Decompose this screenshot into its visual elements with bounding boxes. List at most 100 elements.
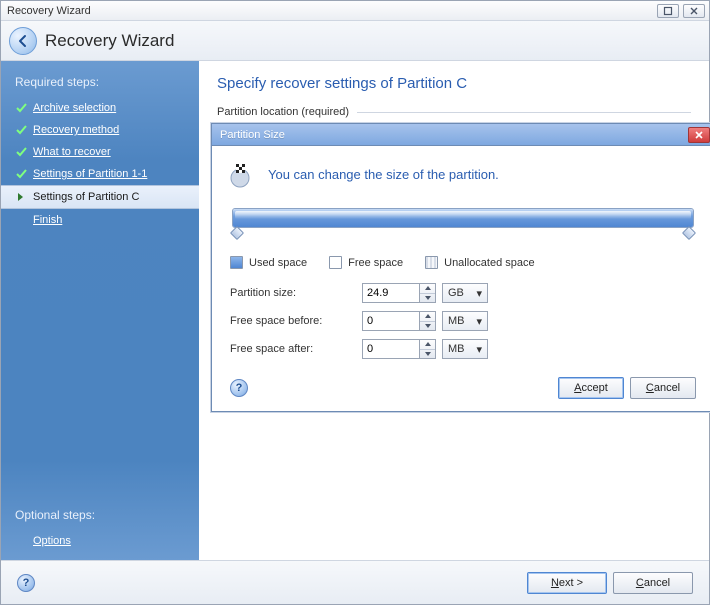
step-recovery-method[interactable]: Recovery method — [1, 119, 199, 141]
close-window-button[interactable] — [683, 4, 705, 18]
arrow-right-icon — [15, 191, 27, 203]
close-icon — [694, 130, 704, 140]
window-title: Recovery Wizard — [5, 5, 91, 17]
step-link[interactable]: What to recover — [33, 146, 111, 158]
question-icon: ? — [236, 382, 243, 394]
partition-size-slider[interactable] — [230, 202, 696, 250]
after-unit-select[interactable]: MB▾ — [442, 339, 488, 359]
chevron-down-icon — [425, 352, 431, 356]
page-title: Recovery Wizard — [45, 31, 174, 51]
chevron-down-icon — [425, 296, 431, 300]
accept-mnemonic: A — [574, 382, 581, 394]
check-icon — [15, 168, 27, 180]
row-partition-size: Partition size: GB ▾ — [230, 283, 696, 303]
blank-icon — [15, 214, 27, 226]
free-before-input[interactable] — [362, 311, 420, 331]
dialog-footer: ? Accept Cancel — [230, 377, 696, 399]
handle-left[interactable] — [230, 226, 244, 240]
spin-up-button[interactable] — [420, 312, 435, 322]
cancel-label: Cancel — [636, 577, 670, 589]
step-label: Settings of Partition C — [33, 191, 139, 203]
chevron-down-icon — [425, 324, 431, 328]
back-button[interactable] — [9, 27, 37, 55]
next-button[interactable]: Next > — [527, 572, 607, 594]
chevron-down-icon: ▾ — [476, 315, 482, 328]
slider-rail — [232, 230, 694, 238]
free-after-input[interactable] — [362, 339, 420, 359]
step-link[interactable]: Finish — [33, 214, 62, 226]
chevron-up-icon — [425, 342, 431, 346]
size-fields: Partition size: GB ▾ Free space before: — [230, 283, 696, 359]
wizard-sidebar: Required steps: Archive selection Recove… — [1, 61, 199, 560]
cancel-button[interactable]: Cancel — [630, 377, 696, 399]
spin-down-button[interactable] — [420, 322, 435, 331]
spin-up-button[interactable] — [420, 284, 435, 294]
spin-up-button[interactable] — [420, 340, 435, 350]
cancel-wizard-button[interactable]: Cancel — [613, 572, 693, 594]
help-button[interactable]: ? — [17, 574, 35, 592]
content-heading: Specify recover settings of Partition C — [217, 75, 691, 92]
size-spinner[interactable] — [420, 283, 436, 303]
divider — [357, 112, 691, 113]
cancel-mnemonic: C — [646, 382, 654, 394]
swatch-free-icon — [329, 256, 342, 269]
legend-unallocated: Unallocated space — [425, 256, 535, 269]
step-link[interactable]: Recovery method — [33, 124, 119, 136]
check-icon — [15, 146, 27, 158]
legend-label: Free space — [348, 257, 403, 269]
chevron-up-icon — [425, 286, 431, 290]
chevron-down-icon: ▾ — [476, 287, 482, 300]
after-spinner[interactable] — [420, 339, 436, 359]
recovery-wizard-window: Recovery Wizard Recovery Wizard Required… — [0, 0, 710, 605]
cancel-rest: ancel — [654, 382, 680, 394]
chevron-down-icon: ▾ — [476, 343, 482, 356]
step-options[interactable]: Options — [1, 530, 199, 552]
step-link[interactable]: Settings of Partition 1-1 — [33, 168, 147, 180]
step-link[interactable]: Archive selection — [33, 102, 116, 114]
legend-used: Used space — [230, 256, 307, 269]
swatch-used-icon — [230, 256, 243, 269]
next-label: Next > — [551, 577, 583, 589]
field-label: Free space before: — [230, 315, 362, 327]
restore-window-button[interactable] — [657, 4, 679, 18]
dialog-body: You can change the size of the partition… — [212, 146, 710, 411]
partition-size-dialog: Partition Size You can change the size o… — [211, 123, 710, 412]
size-unit-select[interactable]: GB ▾ — [442, 283, 488, 303]
slider-gloss — [235, 211, 691, 219]
field-label: Partition size: — [230, 287, 362, 299]
unit-label: GB — [448, 287, 464, 299]
step-settings-partition-c[interactable]: Settings of Partition C — [1, 185, 199, 209]
chevron-up-icon — [425, 314, 431, 318]
spin-down-button[interactable] — [420, 294, 435, 303]
unit-label: MB — [448, 315, 465, 327]
accept-button[interactable]: Accept — [558, 377, 624, 399]
step-what-to-recover[interactable]: What to recover — [1, 141, 199, 163]
legend-label: Used space — [249, 257, 307, 269]
field-label: Free space after: — [230, 343, 362, 355]
restore-icon — [663, 6, 673, 16]
options-link[interactable]: Options — [33, 535, 71, 547]
row-free-after: Free space after: MB▾ — [230, 339, 696, 359]
checkered-flag-icon — [230, 160, 258, 188]
window-titlebar: Recovery Wizard — [1, 1, 709, 21]
spin-down-button[interactable] — [420, 350, 435, 359]
dialog-header: You can change the size of the partition… — [230, 160, 696, 188]
content-pane: Specify recover settings of Partition C … — [199, 61, 709, 560]
swatch-unallocated-icon — [425, 256, 438, 269]
step-settings-partition-1-1[interactable]: Settings of Partition 1-1 — [1, 163, 199, 185]
dialog-close-button[interactable] — [688, 127, 710, 143]
dialog-message: You can change the size of the partition… — [268, 167, 499, 182]
dialog-titlebar[interactable]: Partition Size — [212, 124, 710, 146]
before-unit-select[interactable]: MB ▾ — [442, 311, 488, 331]
help-button[interactable]: ? — [230, 379, 248, 397]
step-finish[interactable]: Finish — [1, 209, 199, 231]
accept-rest: ccept — [582, 382, 608, 394]
main-area: Required steps: Archive selection Recove… — [1, 61, 709, 560]
handle-right[interactable] — [682, 226, 696, 240]
close-icon — [689, 6, 699, 16]
partition-size-input[interactable] — [362, 283, 420, 303]
slider-track[interactable] — [232, 208, 694, 228]
step-archive-selection[interactable]: Archive selection — [1, 97, 199, 119]
before-spinner[interactable] — [420, 311, 436, 331]
row-free-before: Free space before: MB ▾ — [230, 311, 696, 331]
